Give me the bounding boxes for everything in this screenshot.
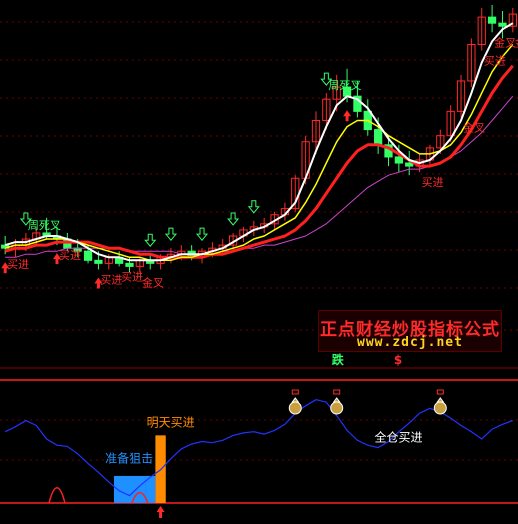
- candle-body: [374, 129, 383, 146]
- signal-label: 买进: [59, 249, 81, 262]
- sell-arrow: [195, 227, 209, 241]
- spike-mark: [48, 486, 66, 504]
- sell-arrow: [144, 233, 157, 248]
- price-panel: 买进周死叉买进买进买进金叉周死叉买进金叉买进金叉金叉: [1, 4, 518, 289]
- signal-label: 买进: [484, 55, 506, 68]
- candle-body: [498, 22, 507, 27]
- candle-body: [487, 16, 497, 24]
- sell-arrow: [247, 200, 260, 214]
- indicator-annotation: 全仓买进: [375, 430, 423, 445]
- signal-label: 金叉: [463, 120, 485, 134]
- candle-body: [405, 162, 414, 167]
- money-bag-tie: [436, 397, 445, 403]
- indicator-annotation: 明天买进: [147, 416, 195, 430]
- signal-label: 周死叉: [328, 79, 361, 92]
- signal-label: 买进: [7, 258, 29, 271]
- watermark-url: www.zdcj.net: [357, 335, 463, 350]
- money-bag-icon: [433, 401, 447, 415]
- watermark-banner: 正点财经炒股指标公式 www.zdcj.net: [318, 310, 502, 352]
- indicator-annotation: 准备狙击: [105, 451, 153, 465]
- signal-label: 买进: [100, 273, 122, 286]
- stock-chart: 买进周死叉买进买进买进金叉周死叉买进金叉买进金叉金叉 准备狙击明天买进全仓买进跌…: [0, 4, 518, 518]
- signal-label: 金叉: [494, 35, 516, 49]
- signal-label: 买进: [121, 270, 143, 283]
- candle-body: [83, 250, 93, 261]
- candle-body: [94, 259, 103, 264]
- top-label: 跌: [332, 352, 345, 367]
- candle-body: [125, 262, 134, 267]
- money-bag-icon: [330, 401, 344, 415]
- indicator-panel: 准备狙击 明天买进全仓买进 跌 $: [0, 352, 518, 518]
- signal-label: 买进: [422, 176, 444, 189]
- candle-body: [394, 156, 403, 164]
- buy-arrow: [343, 110, 352, 122]
- top-label: $: [394, 353, 402, 367]
- marker-box: [436, 389, 444, 395]
- money-bag-tie: [291, 397, 300, 403]
- marker-box: [291, 389, 299, 395]
- money-bag-icon: [288, 401, 302, 415]
- indicator-line: [4, 399, 514, 497]
- buy-arrow: [156, 506, 165, 518]
- marker-box: [333, 389, 341, 395]
- signal-label: 周死叉: [28, 219, 61, 232]
- signal-label: 金叉: [142, 275, 164, 289]
- money-bag-tie: [332, 397, 341, 403]
- signal-bar: [113, 475, 146, 503]
- sell-arrow: [227, 212, 240, 226]
- sell-arrow: [164, 227, 178, 241]
